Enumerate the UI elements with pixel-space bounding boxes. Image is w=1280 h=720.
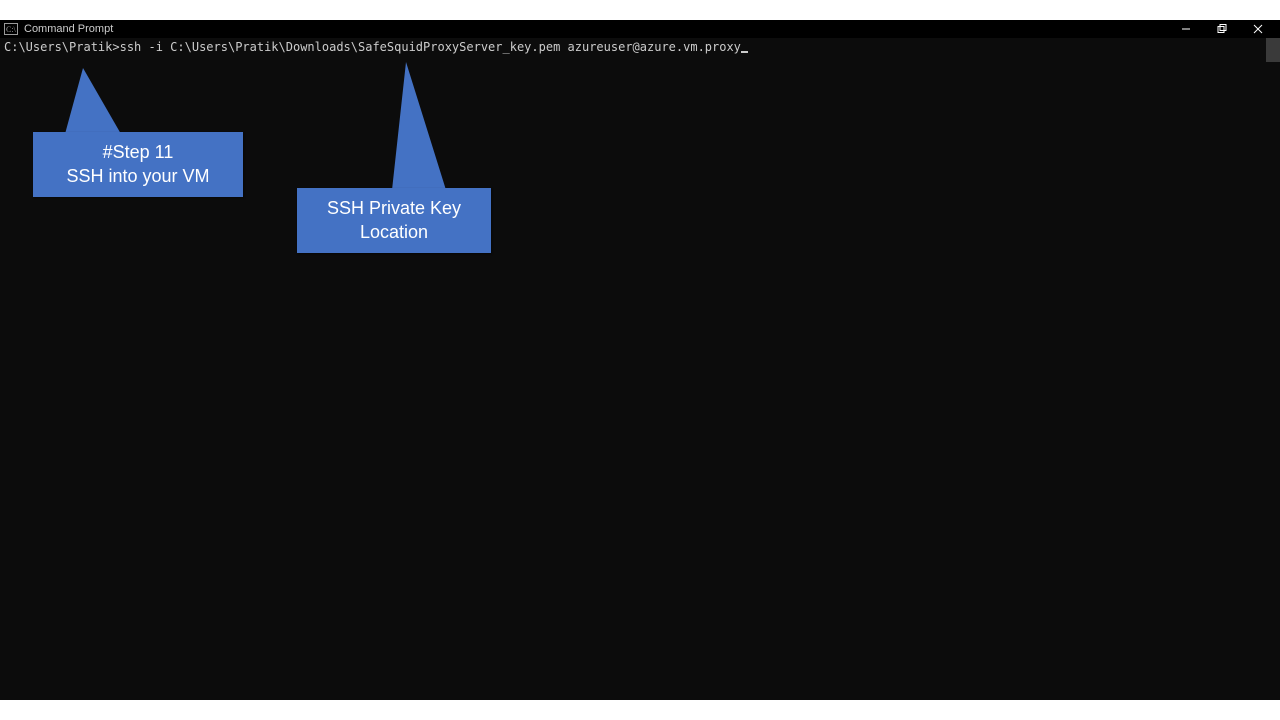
- window-controls: [1168, 20, 1276, 38]
- close-button[interactable]: [1240, 20, 1276, 38]
- vertical-scrollbar[interactable]: [1266, 38, 1280, 700]
- callout-text: SSH Private Key Location: [311, 196, 477, 245]
- titlebar[interactable]: C:\ Command Prompt: [0, 20, 1280, 38]
- minimize-button[interactable]: [1168, 20, 1204, 38]
- prompt-text: C:\Users\Pratik>: [4, 40, 120, 54]
- window-title: Command Prompt: [24, 20, 113, 38]
- callout-pointer: [65, 68, 121, 134]
- callout-keylocation: SSH Private Key Location: [297, 188, 491, 253]
- command-text: ssh -i C:\Users\Pratik\Downloads\SafeSqu…: [120, 40, 741, 54]
- scrollbar-thumb[interactable]: [1266, 38, 1280, 62]
- cmd-icon: C:\: [4, 23, 18, 35]
- callout-step11: #Step 11 SSH into your VM: [33, 132, 243, 197]
- callout-text: #Step 11 SSH into your VM: [47, 140, 229, 189]
- maximize-button[interactable]: [1204, 20, 1240, 38]
- terminal-line: C:\Users\Pratik>ssh -i C:\Users\Pratik\D…: [0, 38, 1280, 56]
- callout-pointer: [392, 62, 446, 190]
- command-prompt-window: C:\ Command Prompt C:\Users: [0, 20, 1280, 700]
- svg-text:C:\: C:\: [6, 25, 17, 34]
- text-cursor: [741, 51, 748, 53]
